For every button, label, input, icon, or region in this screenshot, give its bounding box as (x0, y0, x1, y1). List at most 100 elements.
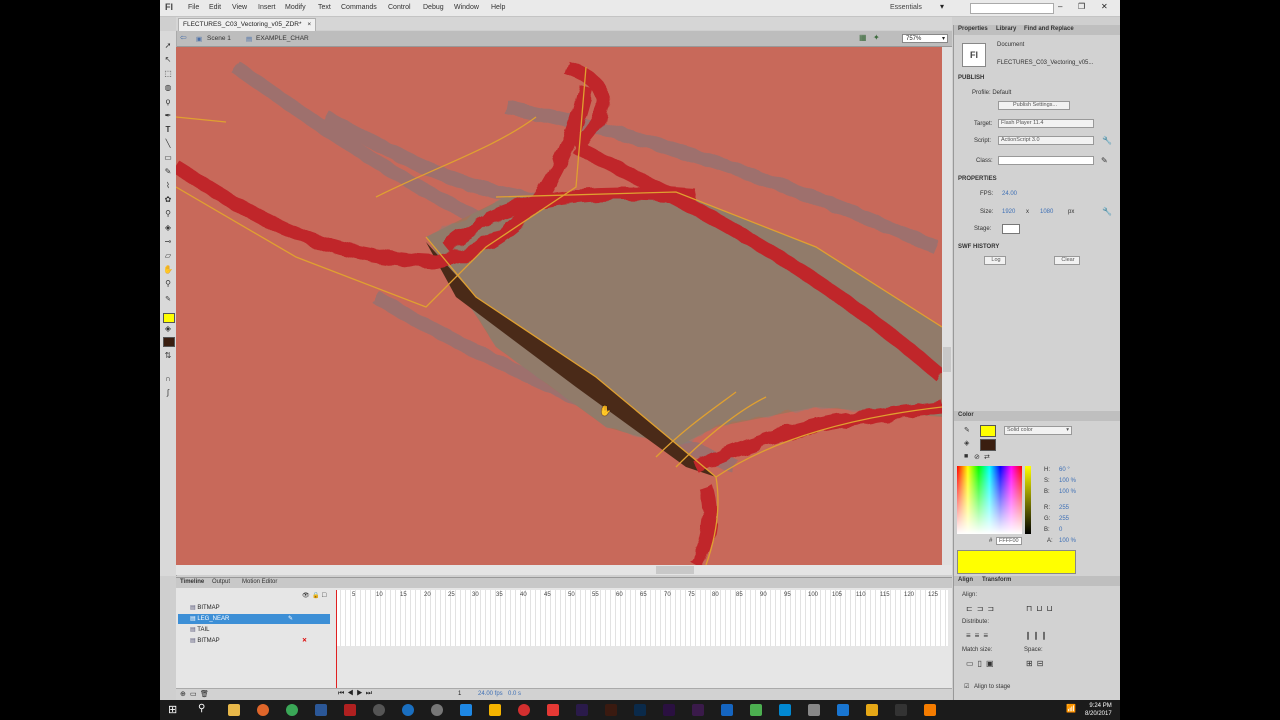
menu-edit[interactable]: Edit (209, 4, 221, 11)
hand-tool-icon[interactable]: ✋ (163, 265, 173, 275)
tab-library[interactable]: Library (996, 26, 1016, 32)
stroke-color-icon[interactable]: ✎ (163, 295, 173, 305)
app-icon[interactable] (750, 704, 762, 716)
paint-bucket-tool-icon[interactable]: ◈ (163, 223, 173, 233)
eraser-tool-icon[interactable]: ▱ (163, 251, 173, 261)
line-tool-icon[interactable]: ╲ (163, 139, 173, 149)
fill-bucket-icon[interactable]: ◈ (964, 439, 969, 447)
app-icon[interactable] (866, 704, 878, 716)
layer-row[interactable]: ▤ BITMAP (178, 603, 330, 613)
blue-value[interactable]: 0 (1059, 527, 1062, 533)
space-evenly-icon[interactable]: ⊞⊟ (1026, 659, 1047, 668)
show-hide-layers-icon[interactable]: 👁 (302, 592, 310, 599)
zoom-tool-icon[interactable]: ⚲ (163, 279, 173, 289)
no-color-icon[interactable]: ⊘ (974, 453, 980, 461)
menu-modify[interactable]: Modify (285, 4, 306, 11)
premiere-icon[interactable] (663, 704, 675, 716)
fill-color-icon[interactable]: ◈ (163, 324, 173, 334)
app-icon[interactable] (518, 704, 530, 716)
close-window-button[interactable]: ✕ (1101, 2, 1108, 11)
menu-window[interactable]: Window (454, 4, 479, 11)
firefox-icon[interactable] (257, 704, 269, 716)
edit-scene-icon[interactable]: ▦ (859, 33, 867, 42)
layer-row[interactable]: ▤ TAIL (178, 625, 330, 635)
edit-doc-wrench-icon[interactable]: 🔧 (1102, 207, 1112, 216)
app-icon[interactable] (692, 704, 704, 716)
text-tool-icon[interactable]: T (163, 125, 173, 135)
color-stroke-swatch[interactable] (980, 425, 996, 437)
edge-icon[interactable] (460, 704, 472, 716)
tab-output[interactable]: Output (212, 579, 230, 585)
menu-text[interactable]: Text (318, 4, 331, 11)
workspace-dropdown-icon[interactable]: ▾ (940, 2, 944, 11)
outline-layers-icon[interactable]: □ (322, 592, 326, 599)
free-transform-tool-icon[interactable]: ⬚ (163, 69, 173, 79)
skype-icon[interactable] (779, 704, 791, 716)
g-value[interactable]: 255 (1059, 516, 1069, 522)
wrench-icon[interactable]: 🔧 (1102, 136, 1112, 145)
bone-tool-icon[interactable]: ⚲ (163, 209, 173, 219)
app-icon[interactable] (489, 704, 501, 716)
vertical-scrollbar[interactable] (942, 47, 952, 565)
tab-align[interactable]: Align (958, 577, 973, 583)
hidden-layer-x-icon[interactable]: ✕ (302, 636, 307, 646)
app-icon[interactable] (837, 704, 849, 716)
app-icon[interactable] (547, 704, 559, 716)
breadcrumb-symbol[interactable]: EXAMPLE_CHAR (256, 35, 309, 42)
layer-name[interactable]: LEG_NEAR (197, 616, 229, 622)
lock-layers-icon[interactable]: 🔒 (312, 592, 319, 599)
reset-colors-icon[interactable]: ■ (964, 453, 968, 460)
menu-help[interactable]: Help (491, 4, 505, 11)
app-icon[interactable] (895, 704, 907, 716)
stage-color-swatch[interactable] (1002, 224, 1020, 234)
swap-colors-icon[interactable]: ⇅ (163, 351, 173, 361)
layer-row-selected[interactable]: ▤ LEG_NEAR ✎ (178, 614, 330, 624)
frame-grid[interactable] (336, 590, 948, 646)
snap-magnet-icon[interactable]: ∩ (163, 374, 173, 384)
distribute-top-icon[interactable]: ≡≡≡ (966, 631, 992, 640)
zoom-select[interactable]: 757% ▾ (902, 34, 948, 43)
size-height[interactable]: 1080 (1040, 209, 1053, 215)
word-icon[interactable] (315, 704, 327, 716)
menu-view[interactable]: View (232, 4, 247, 11)
log-button[interactable]: Log (984, 256, 1006, 265)
r-value[interactable]: 255 (1059, 505, 1069, 511)
class-input[interactable] (998, 156, 1094, 165)
maximize-button[interactable]: ❐ (1078, 2, 1085, 11)
windows-start-icon[interactable]: ⊞ (168, 703, 177, 716)
taskbar-clock[interactable]: 9:24 PM 8/20/2017 (1085, 702, 1112, 718)
layer-name[interactable]: BITMAP (197, 638, 219, 644)
pencil-tool-icon[interactable]: ✎ (163, 167, 173, 177)
3d-rotation-tool-icon[interactable]: ◍ (163, 83, 173, 93)
match-width-icon[interactable]: ▭▯▣ (966, 659, 998, 668)
close-tab-icon[interactable]: × (307, 21, 311, 28)
tab-color[interactable]: Color (958, 412, 974, 418)
color-fill-swatch[interactable] (980, 439, 996, 451)
publish-section-header[interactable]: PUBLISH (958, 75, 984, 81)
playback-controls[interactable]: ⏮◀▶⏭ (338, 690, 375, 698)
back-arrow-icon[interactable]: ⇦ (180, 33, 187, 42)
playhead[interactable] (336, 590, 337, 690)
app-icon[interactable] (808, 704, 820, 716)
edit-symbols-icon[interactable]: ✦ (873, 33, 880, 42)
s-value[interactable]: 100 % (1059, 478, 1076, 484)
fill-type-select[interactable]: Solid color ▾ (1004, 426, 1072, 435)
app-icon[interactable] (924, 704, 936, 716)
clear-button[interactable]: Clear (1054, 256, 1080, 265)
lasso-tool-icon[interactable]: ϙ (163, 97, 173, 107)
tab-motion-editor[interactable]: Motion Editor (242, 579, 277, 585)
fps-value[interactable]: 24.00 (1002, 191, 1017, 197)
app-icon[interactable] (373, 704, 385, 716)
hex-input[interactable]: FFFF00 (996, 537, 1022, 545)
minimize-button[interactable]: – (1058, 2, 1062, 11)
stroke-pencil-icon[interactable]: ✎ (964, 426, 970, 434)
stage-canvas[interactable]: ✋ (176, 47, 942, 565)
workspace-switcher[interactable]: Essentials (890, 4, 922, 11)
horizontal-scroll-thumb[interactable] (656, 566, 694, 574)
swf-history-header[interactable]: SWF HISTORY (958, 244, 999, 250)
tab-timeline[interactable]: Timeline (180, 579, 204, 585)
network-icon[interactable]: 📶 (1066, 704, 1076, 713)
stroke-color-swatch[interactable] (163, 313, 175, 323)
layer-name[interactable]: BITMAP (197, 605, 219, 611)
tab-properties[interactable]: Properties (958, 26, 988, 32)
